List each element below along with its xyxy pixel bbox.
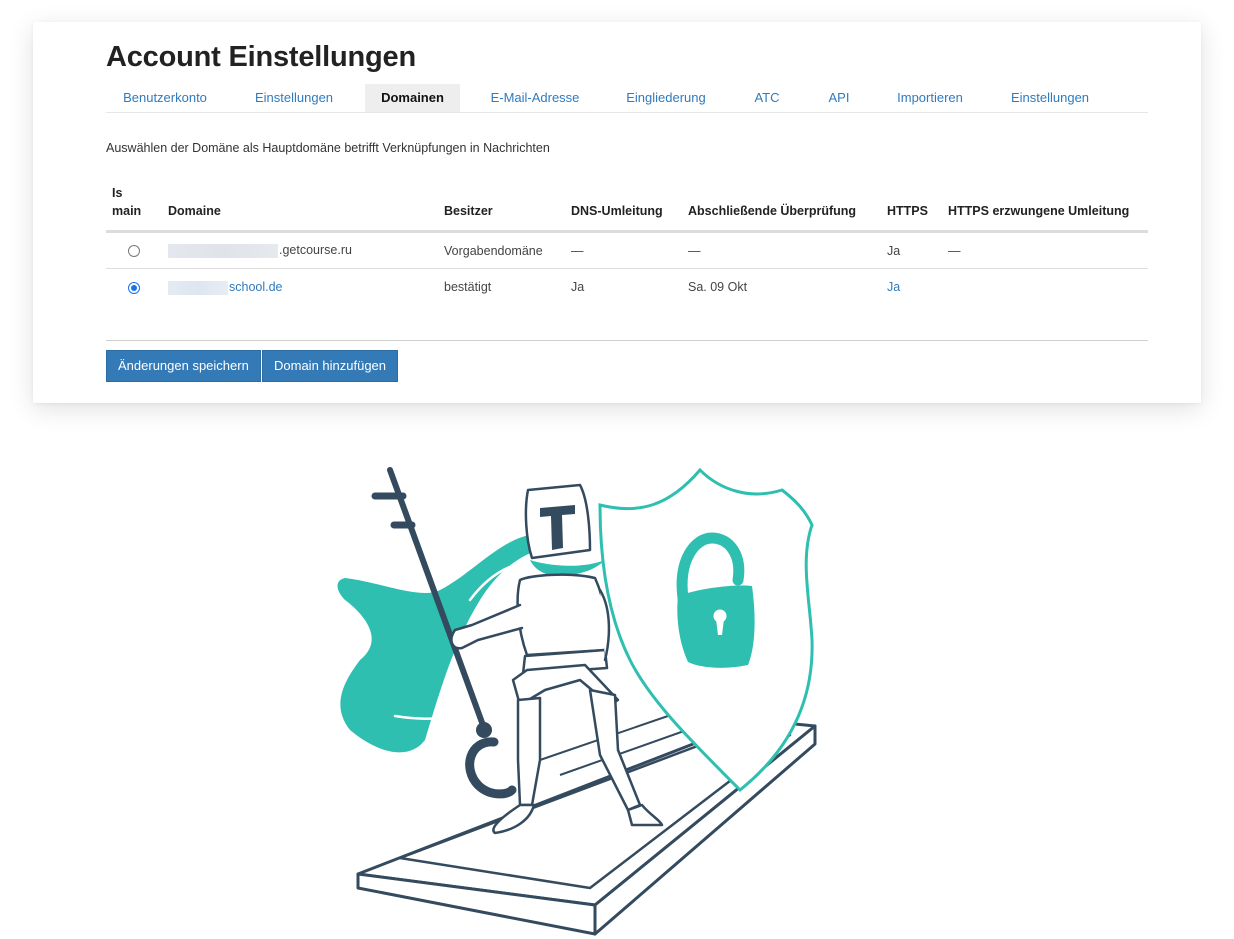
owner-cell: Vorgabendomäne xyxy=(438,231,565,269)
column-owner: Besitzer xyxy=(438,178,565,233)
tab-eingliederung[interactable]: Eingliederung xyxy=(614,84,718,112)
redacted-text xyxy=(168,243,278,258)
column-dns: DNS-Umleitung xyxy=(565,178,682,233)
save-changes-button[interactable]: Änderungen speichern xyxy=(106,350,261,382)
tab-importieren[interactable]: Importieren xyxy=(887,84,973,112)
tab-bar: Benutzerkonto Einstellungen Domainen E-M… xyxy=(106,84,1148,113)
column-https-forced: HTTPS erzwungene Umleitung xyxy=(942,178,1148,233)
check-cell: Sa. 09 Okt xyxy=(688,280,748,295)
add-domain-button[interactable]: Domain hinzufügen xyxy=(262,350,399,382)
account-settings-panel: Account Einstellungen Benutzerkonto Eins… xyxy=(33,22,1201,403)
dns-cell: Ja xyxy=(571,280,585,295)
tab-atc[interactable]: ATC xyxy=(743,84,791,112)
column-final-check: Abschließende Überprüfung xyxy=(682,178,881,233)
shield-illustration xyxy=(598,467,814,793)
domain-link[interactable]: school.de xyxy=(168,280,283,295)
https-forced-cell xyxy=(942,269,1148,306)
https-link[interactable]: Ja xyxy=(887,280,900,294)
dns-cell: — xyxy=(565,231,682,269)
page-title: Account Einstellungen xyxy=(106,41,416,73)
tab-api[interactable]: API xyxy=(818,84,860,112)
table-header-row: Is main Domaine Besitzer DNS-Umleitung A… xyxy=(106,178,1148,233)
tab-einstellungen[interactable]: Einstellungen xyxy=(234,84,354,112)
domains-table: Is main Domaine Besitzer DNS-Umleitung A… xyxy=(106,178,1148,306)
tab-email-adresse[interactable]: E-Mail-Adresse xyxy=(476,84,594,112)
tab-benutzerkonto[interactable]: Benutzerkonto xyxy=(106,84,224,112)
table-row: school.de bestätigt Ja Sa. 09 Okt Ja xyxy=(106,269,1148,306)
check-cell: — xyxy=(682,231,881,269)
owner-cell: bestätigt xyxy=(444,280,492,295)
main-domain-radio[interactable] xyxy=(128,245,140,258)
main-domain-hint: Auswählen der Domäne als Hauptdomäne bet… xyxy=(106,141,550,155)
knight-security-illustration xyxy=(337,467,817,936)
domain-cell: school.de xyxy=(162,269,438,306)
domain-cell: .getcourse.ru xyxy=(162,231,438,269)
column-domain: Domaine xyxy=(162,178,438,233)
tab-domainen[interactable]: Domainen xyxy=(365,84,460,112)
https-cell: Ja xyxy=(881,231,942,269)
https-forced-cell: — xyxy=(942,231,1148,269)
redacted-text xyxy=(168,280,228,295)
divider xyxy=(106,340,1148,341)
tab-einstellungen-2[interactable]: Einstellungen xyxy=(1002,84,1098,112)
column-is-main: Is main xyxy=(106,178,162,233)
column-https: HTTPS xyxy=(881,178,942,233)
main-domain-radio[interactable] xyxy=(128,281,140,294)
table-row: .getcourse.ru Vorgabendomäne — — Ja — xyxy=(106,231,1148,269)
